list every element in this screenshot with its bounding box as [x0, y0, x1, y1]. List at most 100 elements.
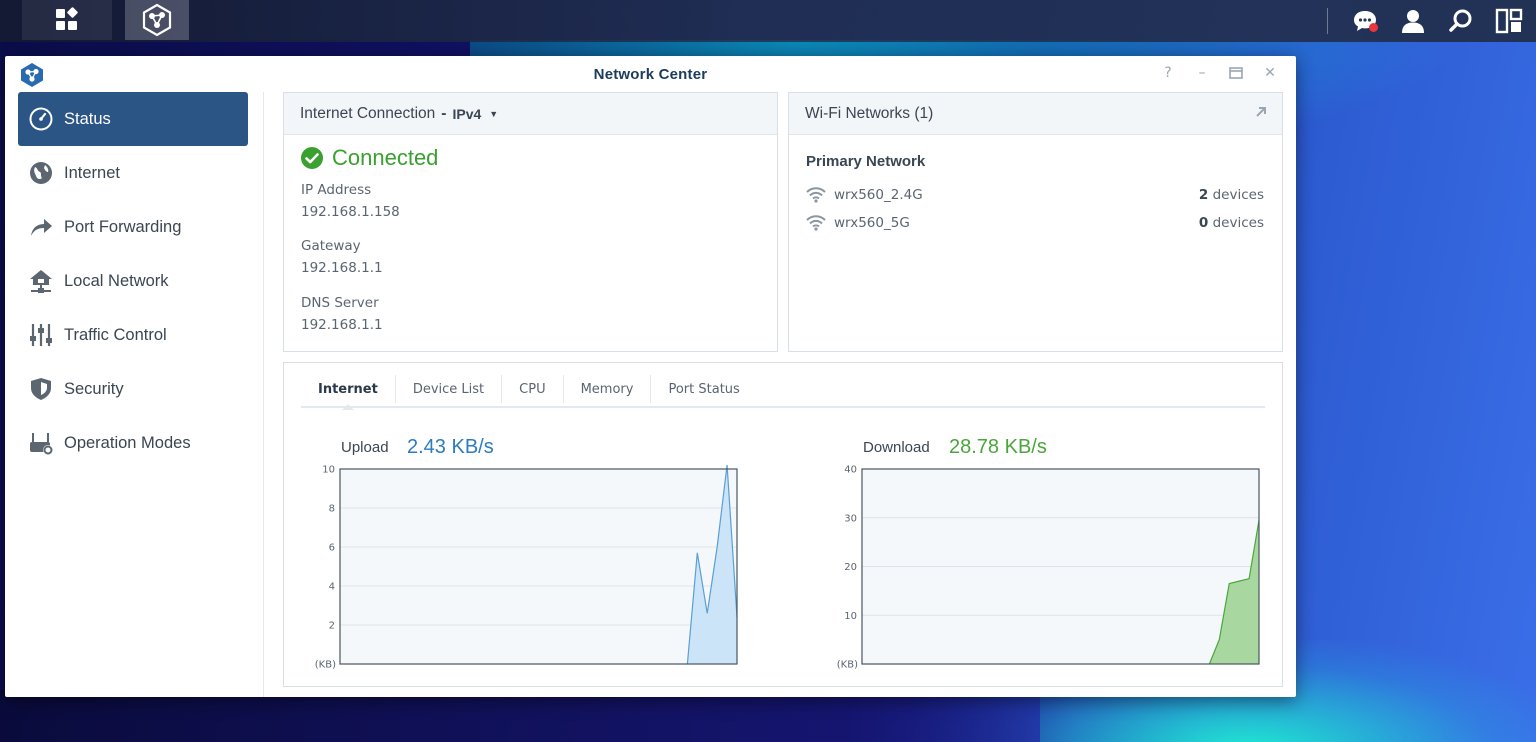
sidebar-item-label: Traffic Control — [64, 325, 167, 344]
y-unit-label: (KB) — [837, 660, 858, 671]
y-tick-label: 30 — [844, 513, 857, 524]
sidebar-item-traffic-control[interactable]: Traffic Control — [18, 308, 248, 362]
window-titlebar[interactable]: Network Center ? – ✕ — [5, 56, 1296, 92]
sidebar-item-operation-modes[interactable]: Operation Modes — [18, 416, 248, 470]
wifi-network-row[interactable]: wrx560_2.4G 2 devices — [806, 184, 1264, 206]
help-icon[interactable]: ? — [1160, 64, 1176, 82]
app-logo-icon — [21, 63, 43, 87]
sidebar-item-label: Local Network — [64, 271, 169, 290]
window-controls: ? – ✕ — [1160, 64, 1278, 82]
gateway-label: Gateway — [301, 238, 361, 254]
y-unit-label: (KB) — [315, 660, 336, 671]
y-tick-label: 10 — [322, 465, 335, 476]
protocol-dropdown[interactable]: IPv4 ▼ — [452, 106, 498, 122]
panel-title: Internet Connection — [300, 104, 436, 122]
taskbar — [0, 0, 1536, 42]
protocol-value: IPv4 — [452, 105, 482, 122]
download-chart: 10 20 30 40 (KB) — [837, 465, 1260, 671]
upload-rate: 2.43 KB/s — [407, 436, 494, 458]
gauge-icon — [28, 106, 54, 132]
shield-icon — [28, 376, 54, 402]
traffic-panel: Internet Device List CPU Memory Port Sta… — [283, 362, 1283, 687]
title-separator: - — [441, 104, 447, 122]
connection-status: Connected — [301, 145, 438, 171]
device-count-number: 2 — [1198, 187, 1209, 203]
upload-chart: 2 4 6 8 10 (KB) — [315, 465, 738, 671]
panel-title: Wi-Fi Networks (1) — [805, 104, 934, 122]
network-center-icon — [142, 3, 172, 37]
status-text: Connected — [332, 145, 439, 170]
main-menu-button[interactable] — [22, 0, 112, 40]
sidebar-item-label: Status — [64, 109, 111, 128]
widgets-button[interactable] — [1492, 4, 1526, 38]
tab-cpu[interactable]: CPU — [502, 375, 564, 403]
dns-server-label: DNS Server — [301, 295, 379, 311]
tab-memory[interactable]: Memory — [564, 375, 652, 403]
tab-port-status[interactable]: Port Status — [651, 375, 756, 403]
close-icon[interactable]: ✕ — [1262, 64, 1278, 82]
y-tick-label: 10 — [844, 611, 857, 622]
download-label: Download — [863, 439, 930, 456]
ip-address-label: IP Address — [301, 182, 372, 198]
search-button[interactable] — [1444, 4, 1478, 38]
sidebar: Status Internet Port Forwarding Local Ne… — [5, 92, 264, 697]
sidebar-item-label: Security — [64, 379, 124, 398]
check-circle-icon — [301, 147, 323, 169]
network-center-window: Network Center ? – ✕ Status Internet Por… — [5, 56, 1296, 697]
wifi-icon — [806, 215, 826, 231]
wifi-network-row[interactable]: wrx560_5G 0 devices — [806, 212, 1264, 234]
home-network-icon — [28, 268, 54, 294]
router-gear-icon — [28, 430, 54, 456]
notifications-button[interactable] — [1348, 4, 1382, 38]
tab-device-list[interactable]: Device List — [396, 375, 503, 403]
wifi-networks-header: Wi-Fi Networks (1) — [789, 93, 1282, 135]
y-tick-label: 8 — [329, 504, 335, 515]
y-tick-label: 2 — [329, 621, 335, 632]
sliders-icon — [28, 322, 54, 348]
y-tick-label: 6 — [329, 543, 335, 554]
device-count: 2 devices — [1199, 187, 1264, 203]
device-count-number: 0 — [1198, 215, 1209, 231]
wifi-network-name: wrx560_2.4G — [834, 187, 923, 203]
internet-connection-header: Internet Connection - IPv4 ▼ — [284, 93, 777, 135]
upload-label: Upload — [341, 439, 389, 456]
sidebar-item-label: Port Forwarding — [64, 217, 182, 236]
y-tick-label: 20 — [844, 562, 857, 573]
plot-area — [340, 469, 737, 664]
wifi-network-name: wrx560_5G — [834, 215, 910, 231]
notification-badge — [1369, 23, 1378, 32]
gateway-value: 192.168.1.1 — [301, 260, 383, 276]
y-tick-label: 40 — [844, 465, 857, 476]
tab-internet[interactable]: Internet — [301, 375, 396, 410]
window-title: Network Center — [593, 65, 708, 83]
search-icon — [1449, 9, 1472, 32]
y-tick-label: 4 — [329, 582, 335, 593]
globe-icon — [28, 160, 54, 186]
widgets-icon — [1495, 8, 1523, 34]
user-button[interactable] — [1396, 4, 1430, 38]
primary-network-heading: Primary Network — [806, 153, 926, 170]
internet-connection-panel: Internet Connection - IPv4 ▼ Connected I… — [283, 92, 778, 352]
taskbar-separator — [1327, 8, 1328, 34]
sidebar-item-internet[interactable]: Internet — [18, 146, 248, 200]
device-count: 0 devices — [1199, 215, 1264, 231]
download-rate: 28.78 KB/s — [949, 436, 1047, 458]
sidebar-item-label: Internet — [64, 163, 120, 182]
chevron-down-icon: ▼ — [489, 108, 499, 119]
sidebar-item-label: Operation Modes — [64, 433, 191, 452]
user-icon — [1402, 10, 1424, 33]
network-center-taskbar-button[interactable] — [125, 0, 189, 40]
sidebar-item-local-network[interactable]: Local Network — [18, 254, 248, 308]
device-count-unit: devices — [1212, 187, 1264, 203]
forward-arrow-icon — [28, 214, 54, 240]
minimize-icon[interactable]: – — [1194, 64, 1210, 82]
sidebar-item-security[interactable]: Security — [18, 362, 248, 416]
ip-address-value: 192.168.1.158 — [301, 204, 400, 220]
main-menu-icon — [56, 7, 78, 30]
sidebar-item-status[interactable]: Status — [18, 92, 248, 146]
traffic-tabs: Internet Device List CPU Memory Port Sta… — [301, 375, 1265, 410]
expand-icon[interactable] — [1254, 105, 1268, 119]
maximize-icon[interactable] — [1228, 64, 1244, 82]
dns-server-value: 192.168.1.1 — [301, 317, 383, 333]
sidebar-item-port-forwarding[interactable]: Port Forwarding — [18, 200, 248, 254]
